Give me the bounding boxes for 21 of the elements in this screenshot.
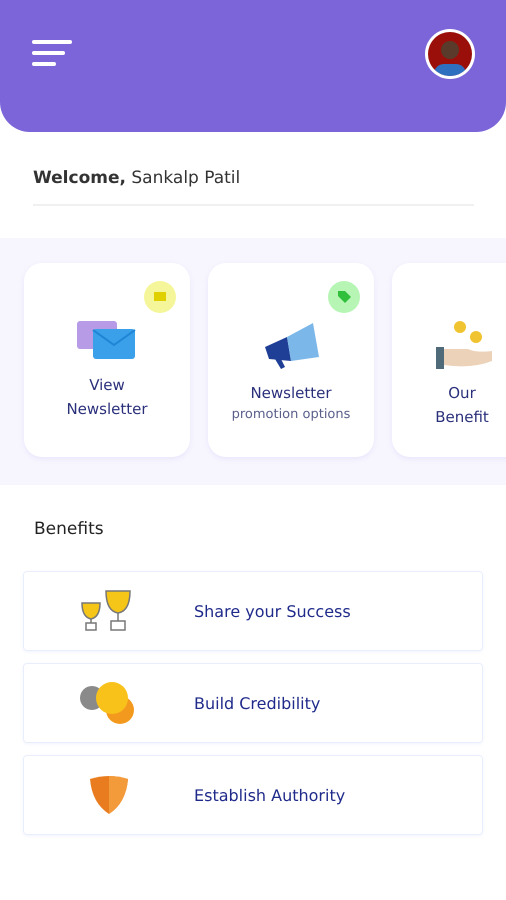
card-title: Newsletter (250, 383, 332, 404)
benefit-row[interactable]: Build Credibility (23, 663, 483, 743)
avatar[interactable] (424, 28, 476, 80)
benefit-label: Share your Success (194, 602, 351, 620)
menu-card[interactable]: Newsletter promotion options (208, 263, 374, 457)
benefit-label: Establish Authority (194, 786, 346, 804)
envelopes-icon (77, 321, 137, 361)
card-title: Benefit (435, 407, 489, 428)
benefit-label: Build Credibility (194, 694, 320, 712)
shield-icon (88, 775, 130, 815)
welcome-message: Welcome, Sankalp Patil (33, 168, 240, 188)
card-title: Newsletter (66, 399, 148, 420)
menu-icon[interactable] (32, 40, 72, 66)
benefit-row[interactable]: Establish Authority (23, 755, 483, 835)
menu-card[interactable]: Our Benefit (392, 263, 506, 457)
section-heading: Benefits (34, 519, 105, 539)
card-title: Our (448, 383, 476, 404)
card-subtitle: promotion options (232, 406, 350, 424)
menu-card[interactable]: View Newsletter (24, 263, 190, 457)
card-title: View (89, 375, 125, 396)
benefit-row[interactable]: Share your Success (23, 571, 483, 651)
